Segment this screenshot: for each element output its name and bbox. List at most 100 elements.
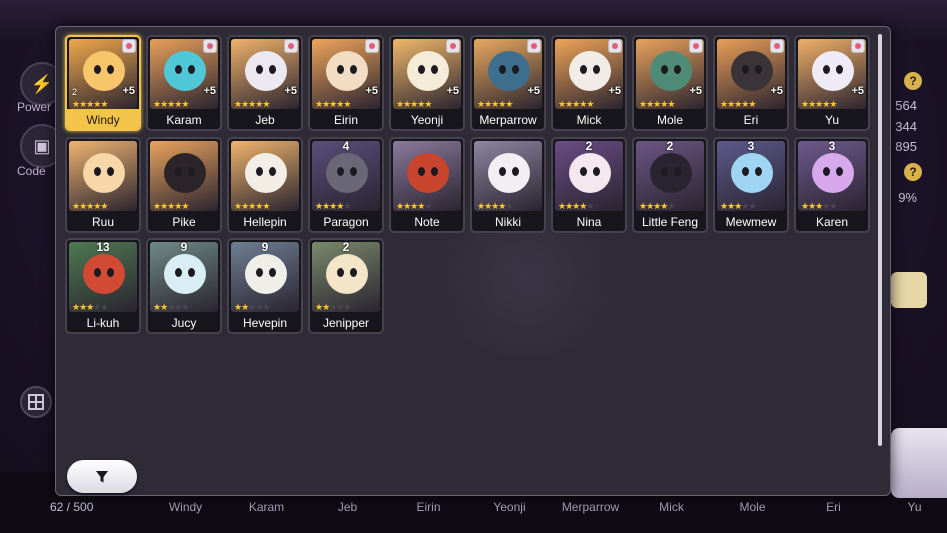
grid-view-button[interactable] xyxy=(20,386,52,418)
stat-value: 564 xyxy=(895,98,917,113)
pet-card-mewmew[interactable]: 3 ★★★★★ Mewmew xyxy=(713,136,789,233)
star-icon: ★ xyxy=(100,99,108,109)
filter-icon xyxy=(96,470,108,482)
favorite-badge-icon xyxy=(365,39,379,53)
pet-eye xyxy=(94,268,101,277)
pet-preview[interactable] xyxy=(891,428,947,498)
pet-eye xyxy=(256,268,263,277)
pet-name: Pike xyxy=(172,214,196,229)
star-rating: ★★★★★ xyxy=(153,99,189,110)
pet-eye xyxy=(823,166,830,176)
star-rating: ★★★★★ xyxy=(234,302,270,313)
pet-card-note[interactable]: ★★★★★ Note xyxy=(389,136,465,233)
pet-card-nina[interactable]: 2 ★★★★★ Nina xyxy=(551,136,627,233)
star-rating: ★★★★★ xyxy=(477,201,513,212)
filter-button[interactable] xyxy=(67,460,137,493)
stat-value: 9% xyxy=(898,190,917,205)
pet-count: 3 xyxy=(747,138,755,153)
enhance-level: +5 xyxy=(851,85,864,97)
enhance-level: +5 xyxy=(122,85,135,97)
pet-eye xyxy=(107,268,114,277)
pet-eye xyxy=(269,65,276,74)
pet-card-hellepin[interactable]: ★★★★★ Hellepin xyxy=(227,136,303,233)
pet-eye xyxy=(755,166,762,176)
favorite-badge-icon xyxy=(770,39,784,53)
star-icon: ★ xyxy=(667,99,675,109)
pet-eye xyxy=(175,65,182,74)
pet-face xyxy=(650,152,692,193)
pet-name: Nina xyxy=(576,214,602,229)
pet-face xyxy=(164,152,206,193)
pet-card-yu[interactable]: +5 ★★★★★ Yu xyxy=(794,35,870,131)
pet-card-mole[interactable]: +5 ★★★★★ Mole xyxy=(632,35,708,131)
reward-chest[interactable] xyxy=(891,272,927,308)
pet-face xyxy=(83,152,125,193)
star-rating: ★★★★★ xyxy=(234,99,270,110)
star-icon: ★ xyxy=(586,200,594,211)
star-rating: ★★★★★ xyxy=(639,99,675,110)
help-icon[interactable]: ? xyxy=(904,163,922,181)
star-icon: ★ xyxy=(748,200,756,211)
pet-eye xyxy=(350,65,357,74)
pet-card-eri[interactable]: +5 ★★★★★ Eri xyxy=(713,35,789,131)
pet-card-little-feng[interactable]: 2 ★★★★★ Little Feng xyxy=(632,136,708,233)
pet-eye xyxy=(593,166,600,176)
star-icon: ★ xyxy=(181,302,189,312)
pet-name: Karam xyxy=(166,113,202,127)
star-icon: ★ xyxy=(343,99,351,109)
pet-card-jucy[interactable]: 9 ★★★★★ Jucy xyxy=(146,238,222,334)
pet-face xyxy=(812,51,854,91)
grid-icon xyxy=(28,394,44,410)
enhance-level: +5 xyxy=(689,85,702,97)
pet-face xyxy=(164,254,206,294)
pet-eye xyxy=(256,65,263,74)
pet-count: 9 xyxy=(180,240,188,254)
roster-name: Eirin xyxy=(416,500,441,514)
pet-name: Hevepin xyxy=(242,316,288,330)
pet-card-paragon[interactable]: 4 ★★★★★ Paragon xyxy=(308,136,384,233)
pet-card-eirin[interactable]: +5 ★★★★★ Eirin xyxy=(308,35,384,131)
pet-card-karen[interactable]: 3 ★★★★★ Karen xyxy=(794,136,870,233)
pet-name: Mick xyxy=(576,113,602,127)
pet-eye xyxy=(755,65,762,74)
scrollbar[interactable] xyxy=(878,34,882,446)
pet-card-windy[interactable]: +5 2 ★★★★★ Windy xyxy=(65,35,141,131)
pet-card-yeonji[interactable]: +5 ★★★★★ Yeonji xyxy=(389,35,465,131)
pet-face xyxy=(326,254,368,294)
pet-name: Mewmew xyxy=(725,214,777,229)
pet-card-jeb[interactable]: +5 ★★★★★ Jeb xyxy=(227,35,303,131)
star-icon: ★ xyxy=(343,302,351,312)
favorite-badge-icon xyxy=(284,39,298,53)
star-rating: ★★★★★ xyxy=(558,200,594,212)
enhance-level: +5 xyxy=(203,85,216,97)
roster-name: Yeonji xyxy=(493,500,526,514)
pet-card-jenipper[interactable]: 2 ★★★★★ Jenipper xyxy=(308,238,384,334)
pet-card-karam[interactable]: +5 ★★★★★ Karam xyxy=(146,35,222,131)
star-icon: ★ xyxy=(181,99,189,109)
roster-name: Mick xyxy=(659,500,684,514)
pet-card-merparrow[interactable]: +5 ★★★★★ Merparrow xyxy=(470,35,546,131)
pet-card-li-kuh[interactable]: 13 ★★★★★ Li-kuh xyxy=(65,238,141,334)
pet-name: Yeonji xyxy=(410,113,444,127)
pet-card-hevepin[interactable]: 9 ★★★★★ Hevepin xyxy=(227,238,303,334)
pet-eye xyxy=(512,65,519,74)
pet-eye xyxy=(175,166,182,176)
help-icon[interactable]: ? xyxy=(904,72,922,90)
pet-name: Jeb xyxy=(255,113,275,127)
pet-eye xyxy=(499,65,506,74)
enhance-level: +5 xyxy=(527,85,540,97)
pet-name: Nikki xyxy=(495,214,521,229)
roster-count: 62 / 500 xyxy=(50,500,94,514)
pet-eye xyxy=(107,65,114,74)
pet-eye xyxy=(269,166,276,176)
pet-card-ruu[interactable]: ★★★★★ Ruu xyxy=(65,136,141,233)
pet-card-pike[interactable]: ★★★★★ Pike xyxy=(146,136,222,233)
pet-card-mick[interactable]: +5 ★★★★★ Mick xyxy=(551,35,627,131)
star-icon: ★ xyxy=(829,200,837,211)
pet-name: Hellepin xyxy=(243,214,287,229)
star-rating: ★★★★★ xyxy=(396,201,432,212)
pet-eye xyxy=(269,268,276,277)
pet-card-nikki[interactable]: ★★★★★ Nikki xyxy=(470,136,546,233)
pet-name: Windy xyxy=(86,113,120,127)
pet-eye xyxy=(337,268,344,277)
